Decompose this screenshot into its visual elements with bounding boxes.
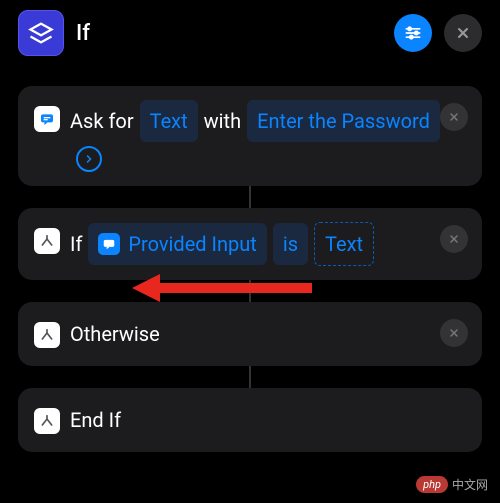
remove-action-button[interactable] bbox=[440, 103, 468, 131]
end-if-action[interactable]: End If bbox=[18, 388, 482, 452]
action-list: Ask for Text with Enter the Password If … bbox=[18, 86, 482, 452]
branch-icon bbox=[34, 408, 60, 434]
remove-action-button[interactable] bbox=[440, 225, 468, 253]
settings-button[interactable] bbox=[394, 14, 432, 52]
if-operator-pill[interactable]: is bbox=[273, 223, 308, 265]
if-action[interactable]: If Provided Input is Text bbox=[18, 208, 482, 280]
if-input-pill[interactable]: Provided Input bbox=[88, 223, 266, 265]
input-type-pill[interactable]: Text bbox=[140, 100, 198, 142]
ask-for-input-action[interactable]: Ask for Text with Enter the Password bbox=[18, 86, 482, 186]
close-icon bbox=[448, 327, 460, 339]
endif-content: End If bbox=[70, 402, 466, 438]
if-label: If bbox=[70, 226, 82, 262]
ask-content: Ask for Text with Enter the Password bbox=[70, 100, 466, 172]
watermark-text: 中文网 bbox=[452, 476, 488, 493]
editor-header: If bbox=[18, 10, 482, 56]
close-icon bbox=[448, 111, 460, 123]
close-icon bbox=[455, 25, 471, 41]
branch-icon bbox=[34, 228, 60, 254]
chevron-right-icon bbox=[83, 153, 95, 165]
close-icon bbox=[448, 233, 460, 245]
connector-line bbox=[249, 366, 251, 388]
message-icon bbox=[98, 233, 120, 255]
sliders-icon bbox=[403, 23, 423, 43]
remove-action-button[interactable] bbox=[440, 319, 468, 347]
otherwise-label: Otherwise bbox=[70, 316, 160, 352]
close-button[interactable] bbox=[444, 14, 482, 52]
connector-line bbox=[249, 186, 251, 208]
endif-label: End If bbox=[70, 402, 121, 438]
watermark: php 中文网 bbox=[416, 476, 488, 493]
watermark-badge: php bbox=[416, 476, 448, 493]
message-icon bbox=[34, 106, 60, 132]
if-content: If Provided Input is Text bbox=[70, 222, 466, 266]
if-input-label: Provided Input bbox=[128, 226, 256, 262]
branch-icon bbox=[34, 322, 60, 348]
prompt-text-pill[interactable]: Enter the Password bbox=[247, 100, 440, 142]
page-title: If bbox=[76, 21, 382, 46]
ask-with: with bbox=[204, 103, 241, 139]
if-action-icon bbox=[18, 10, 64, 56]
otherwise-content: Otherwise bbox=[70, 316, 466, 352]
otherwise-action[interactable]: Otherwise bbox=[18, 302, 482, 366]
expand-details-button[interactable] bbox=[76, 146, 102, 172]
connector-line bbox=[249, 280, 251, 302]
if-value-pill[interactable]: Text bbox=[314, 222, 374, 266]
ask-prefix: Ask for bbox=[70, 103, 134, 139]
